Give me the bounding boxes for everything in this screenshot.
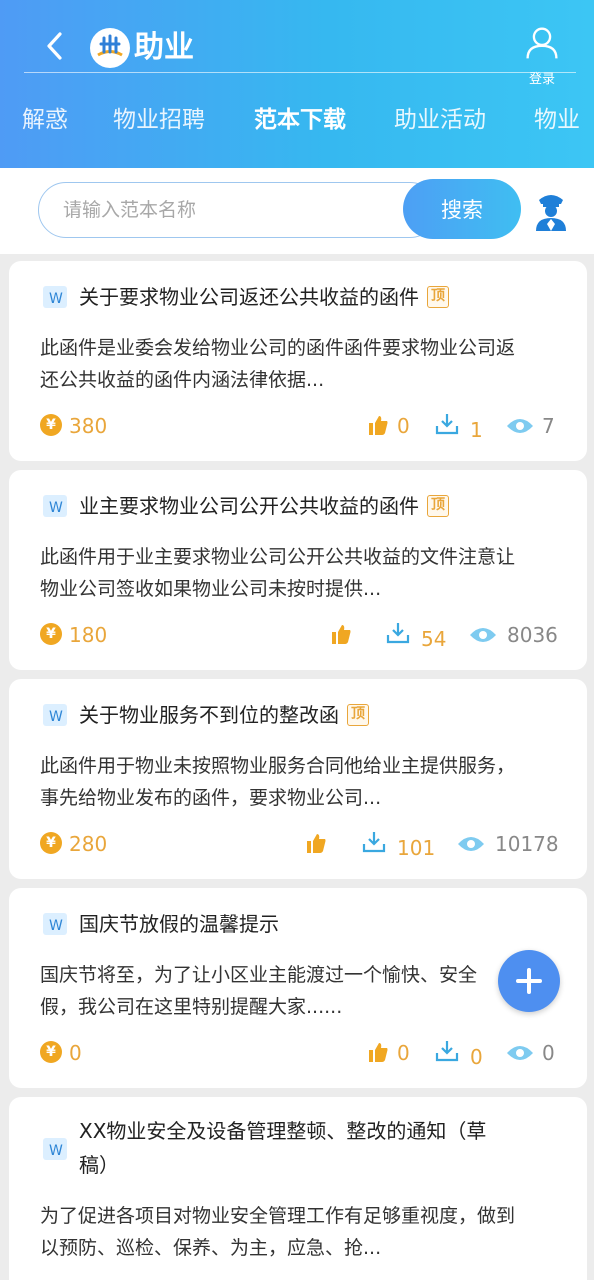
download-icon (362, 832, 386, 853)
view-count: 8036 (507, 623, 558, 647)
card-title: XX物业安全及设备管理整顿、整改的通知（草 稿） (79, 1119, 487, 1177)
search-input[interactable] (38, 182, 438, 238)
svg-text:W: W (49, 500, 63, 516)
thumb-up-icon (307, 834, 326, 853)
template-card[interactable]: W 业主要求物业公司公开公共收益的函件顶 此函件用于业主要求物业公司公开公共收益… (9, 470, 587, 670)
svg-text:W: W (49, 291, 63, 307)
login-button[interactable]: 登录 (522, 26, 562, 87)
card-description: 国庆节将至，为了让小区业主能渡过一个愉快、安全 假，我公司在这里特别提醒大家..… (40, 964, 478, 1018)
word-file-icon: W (43, 704, 67, 726)
word-file-icon: W (43, 1138, 67, 1160)
app-logo-text: 助业 (134, 30, 194, 65)
tab-wuye-zhaopin[interactable]: 物业招聘 (113, 100, 205, 140)
app-logo-icon (90, 28, 130, 68)
card-description: 此函件是业委会发给物业公司的函件函件要求物业公司返 还公共收益的函件内涵法律依据… (40, 337, 516, 391)
svg-text:W: W (49, 1143, 63, 1159)
card-meta: ¥ 0 0 0 0 (9, 1039, 587, 1069)
card-title: 业主要求物业公司公开公共收益的函件顶 (79, 489, 449, 523)
card-description: 此函件用于业主要求物业公司公开公共收益的文件注意让 物业公司签收如果物业公司未按… (40, 546, 516, 600)
pinned-badge: 顶 (427, 495, 449, 517)
coin-icon: ¥ (40, 414, 62, 436)
price-value: 180 (69, 623, 108, 647)
card-description: 为了促进各项目对物业安全管理工作有足够重视度，做到 以预防、巡检、保养、为主，应… (40, 1205, 516, 1259)
thumb-up-icon (369, 1043, 388, 1062)
app-header: 助业 登录 解惑 物业招聘 范本下载 助业活动 物业 (0, 0, 594, 168)
download-count: 54 (421, 627, 447, 651)
card-title: 关于物业服务不到位的整改函顶 (79, 698, 369, 732)
like-count: 0 (397, 414, 410, 438)
header-divider (24, 72, 576, 73)
like-count: 0 (397, 1041, 410, 1065)
pinned-badge: 顶 (347, 704, 369, 726)
login-label: 登录 (528, 72, 555, 87)
thumb-up-icon (369, 416, 388, 435)
word-file-icon: W (43, 913, 67, 935)
security-guard-icon[interactable] (534, 190, 568, 232)
user-icon (526, 27, 558, 59)
back-arrow-icon[interactable] (40, 28, 70, 64)
view-count: 7 (542, 414, 555, 438)
svg-text:W: W (49, 918, 63, 934)
eye-icon (507, 419, 533, 433)
tab-zhuye-huodong[interactable]: 助业活动 (394, 100, 486, 140)
search-button[interactable]: 搜索 (403, 179, 521, 239)
tab-fanben-xiazai[interactable]: 范本下载 (254, 100, 346, 140)
card-title: 国庆节放假的温馨提示 (79, 912, 279, 936)
thumb-up-icon (332, 625, 351, 644)
card-description: 此函件用于物业未按照物业服务合同他给业主提供服务， 事先给物业发布的函件，要求物… (40, 755, 516, 809)
word-file-icon: W (43, 495, 67, 517)
view-count: 10178 (495, 832, 559, 856)
eye-icon (470, 628, 496, 642)
price-value: 380 (69, 414, 108, 438)
card-meta: ¥ 180 54 8036 (9, 621, 587, 651)
coin-icon: ¥ (40, 832, 62, 854)
card-meta: ¥ 380 0 1 7 (9, 412, 587, 442)
price-value: 280 (69, 832, 108, 856)
download-icon (435, 1041, 459, 1062)
coin-icon: ¥ (40, 1041, 62, 1063)
pinned-badge: 顶 (427, 286, 449, 308)
category-tabs: 解惑 物业招聘 范本下载 助业活动 物业 (0, 100, 594, 140)
coin-icon: ¥ (40, 623, 62, 645)
view-count: 0 (542, 1041, 555, 1065)
template-card[interactable]: W 关于要求物业公司返还公共收益的函件顶 此函件是业委会发给物业公司的函件函件要… (9, 261, 587, 461)
template-card[interactable]: W XX物业安全及设备管理整顿、整改的通知（草 稿） 为了促进各项目对物业安全管… (9, 1097, 587, 1280)
price-value: 0 (69, 1041, 82, 1065)
eye-icon (507, 1046, 533, 1060)
template-card[interactable]: W 关于物业服务不到位的整改函顶 此函件用于物业未按照物业服务合同他给业主提供服… (9, 679, 587, 879)
add-fab-button[interactable] (498, 950, 560, 1012)
word-file-icon: W (43, 286, 67, 308)
tab-jiehuo[interactable]: 解惑 (22, 100, 68, 140)
download-icon (386, 623, 410, 644)
card-title: 关于要求物业公司返还公共收益的函件顶 (79, 280, 449, 314)
card-meta: ¥ 280 101 10178 (9, 830, 587, 860)
download-count: 101 (397, 836, 436, 860)
search-bar: 搜索 (0, 168, 594, 254)
tab-wuye[interactable]: 物业 (534, 100, 580, 140)
download-icon (435, 414, 459, 435)
download-count: 0 (470, 1045, 483, 1069)
download-count: 1 (470, 418, 483, 442)
eye-icon (458, 837, 484, 851)
svg-text:W: W (49, 709, 63, 725)
